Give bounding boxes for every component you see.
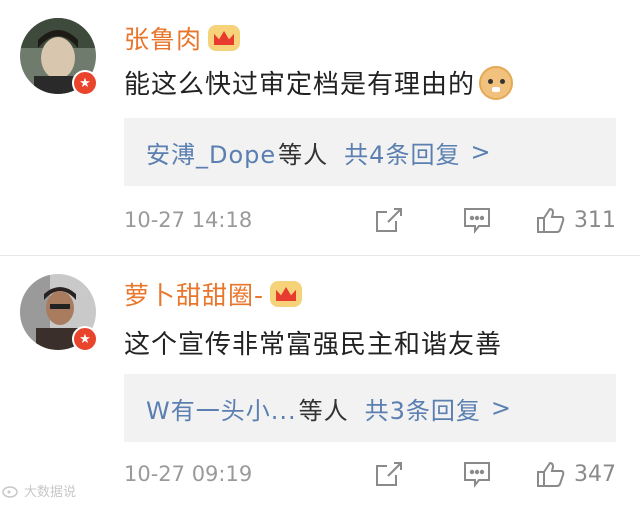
share-icon[interactable] [374, 206, 404, 234]
comment-body: 能这么快过审定档是有理由的 [124, 70, 476, 100]
avatar[interactable]: ★ [20, 18, 98, 96]
avatar[interactable]: ★ [20, 274, 98, 352]
reply-suffix: 等人 [278, 140, 329, 169]
chevron-right-icon: > [470, 138, 492, 166]
comment-icon[interactable] [462, 460, 492, 488]
username-text[interactable]: 张鲁肉 [124, 20, 202, 56]
reply-people[interactable]: 安溥_Dope [146, 135, 276, 170]
verified-badge-icon: ★ [72, 326, 98, 352]
comment-item: ★ 张鲁肉 能这么快过审定档是有理由的 安溥_Dope 等人 共4条回复 > 1… [0, 0, 640, 256]
thumbs-up-icon [537, 461, 565, 487]
watermark-text: 大数据说 [24, 485, 77, 500]
reply-count[interactable]: 共4条回复 [344, 135, 460, 170]
like-button[interactable]: 347 [536, 460, 616, 488]
comment-item: ★ 萝卜甜甜圈- 这个宣传非常富强民主和谐友善 W有一头小... 等人 共3条回… [0, 256, 640, 506]
like-count: 347 [574, 461, 616, 487]
timestamp: 10-27 09:19 [124, 462, 253, 486]
like-button[interactable]: 311 [536, 206, 616, 234]
username[interactable]: 萝卜甜甜圈- [124, 276, 303, 312]
weibo-logo-icon [2, 485, 18, 498]
comment-text: 这个宣传非常富强民主和谐友善 [124, 324, 502, 361]
reply-people[interactable]: W有一头小... [146, 391, 297, 426]
reply-count[interactable]: 共3条回复 [365, 391, 481, 426]
watermark: 大数据说 [2, 481, 76, 500]
like-count: 311 [574, 207, 616, 233]
comment-meta: 10-27 14:18 311 [124, 206, 616, 234]
comment-meta: 10-27 09:19 347 [124, 460, 616, 488]
vip-crown-icon [270, 281, 303, 307]
chevron-right-icon: > [490, 394, 513, 422]
comment-body: 这个宣传非常富强民主和谐友善 [124, 330, 503, 360]
share-icon[interactable] [374, 460, 404, 488]
thumbs-up-icon [537, 207, 565, 233]
vip-crown-icon [208, 25, 241, 51]
comment-text: 能这么快过审定档是有理由的 [124, 64, 514, 101]
reply-suffix: 等人 [298, 396, 349, 425]
verified-badge-icon: ★ [72, 70, 98, 96]
timestamp: 10-27 14:18 [124, 208, 253, 232]
replies-preview[interactable]: 安溥_Dope 等人 共4条回复 > [124, 118, 616, 186]
replies-preview[interactable]: W有一头小... 等人 共3条回复 > [124, 374, 616, 442]
username[interactable]: 张鲁肉 [124, 20, 241, 56]
comment-icon[interactable] [462, 206, 492, 234]
doge-emoji-icon [479, 65, 514, 100]
username-text[interactable]: 萝卜甜甜圈- [124, 276, 264, 312]
